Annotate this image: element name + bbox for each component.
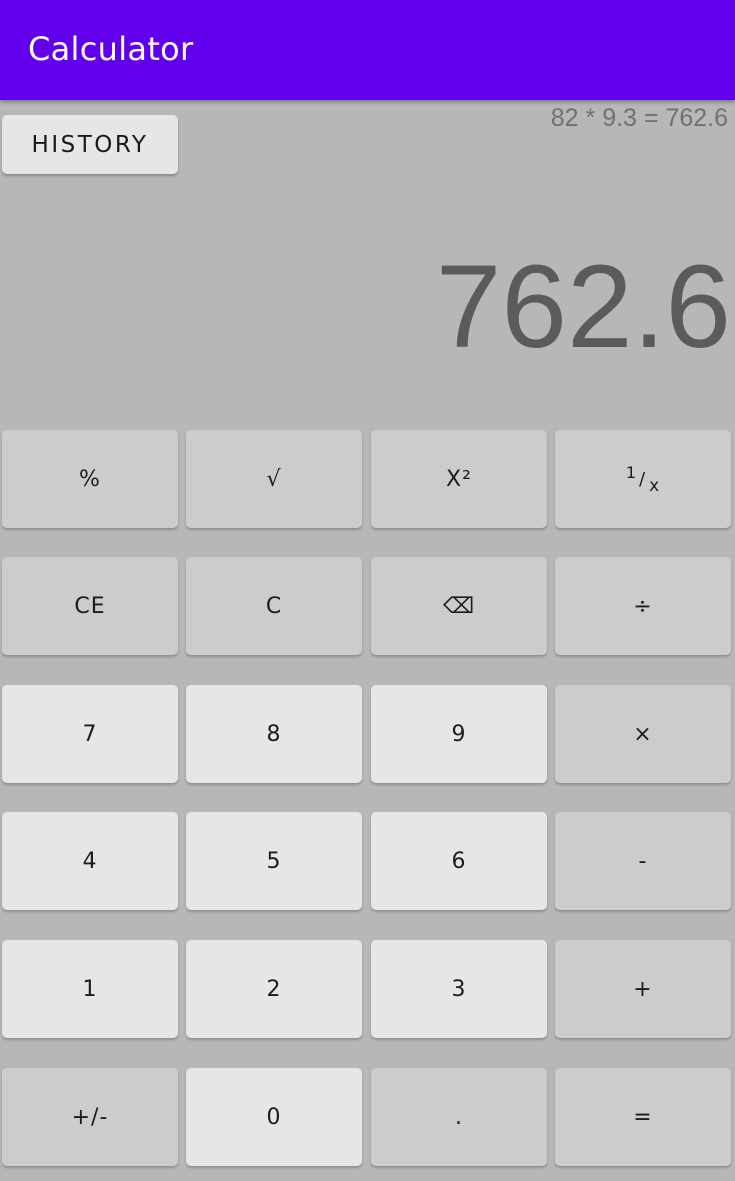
- decimal-point-button[interactable]: .: [371, 1068, 547, 1166]
- percent-button[interactable]: %: [2, 430, 178, 528]
- clear-button[interactable]: C: [186, 557, 362, 655]
- backspace-icon: ⌫: [442, 593, 476, 619]
- reciprocal-slash: /: [639, 468, 647, 490]
- digit-0-button[interactable]: 0: [186, 1068, 362, 1166]
- digit-7-button[interactable]: 7: [2, 685, 178, 783]
- digit-9-button[interactable]: 9: [371, 685, 547, 783]
- reciprocal-button[interactable]: 1/x: [555, 430, 731, 528]
- digit-8-button[interactable]: 8: [186, 685, 362, 783]
- square-root-button[interactable]: √: [186, 430, 362, 528]
- multiply-button[interactable]: ×: [555, 685, 731, 783]
- reciprocal-numerator: 1: [625, 462, 638, 482]
- digit-3-button[interactable]: 3: [371, 940, 547, 1038]
- square-button[interactable]: X²: [371, 430, 547, 528]
- backspace-button[interactable]: ⌫: [371, 557, 547, 655]
- reciprocal-denominator: x: [649, 476, 661, 496]
- subtract-button[interactable]: -: [555, 812, 731, 910]
- digit-6-button[interactable]: 6: [371, 812, 547, 910]
- digit-4-button[interactable]: 4: [2, 812, 178, 910]
- negate-button[interactable]: +/-: [2, 1068, 178, 1166]
- clear-entry-button[interactable]: CE: [2, 557, 178, 655]
- add-button[interactable]: +: [555, 940, 731, 1038]
- digit-5-button[interactable]: 5: [186, 812, 362, 910]
- divide-button[interactable]: ÷: [555, 557, 731, 655]
- equals-button[interactable]: =: [555, 1068, 731, 1166]
- keypad: % √ X² 1/x CE C ⌫ ÷ 7 8 9 × 4 5 6 - 1 2 …: [0, 0, 735, 1181]
- digit-1-button[interactable]: 1: [2, 940, 178, 1038]
- digit-2-button[interactable]: 2: [186, 940, 362, 1038]
